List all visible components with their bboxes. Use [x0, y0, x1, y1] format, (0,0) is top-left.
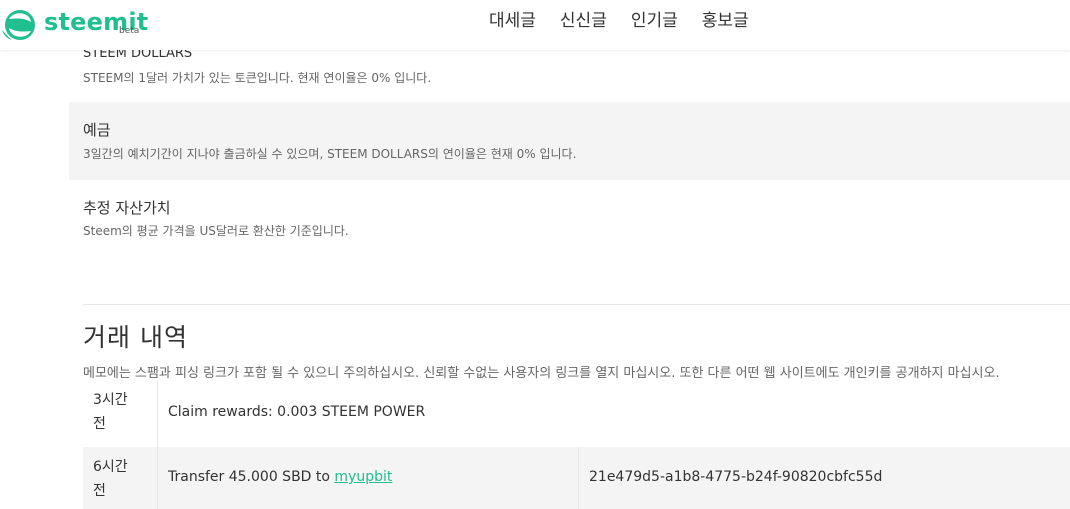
tx-time-line: 전 [93, 416, 106, 432]
tx-time-line: 3시간 [93, 392, 128, 408]
estimated-value-title: 추정 자산가치 [83, 199, 171, 217]
top-header: steemit beta 대세글 신신글 인기글 홍보글 [0, 0, 1070, 50]
steemit-logo[interactable]: steemit [0, 6, 148, 44]
savings-desc: 3일간의 예치기간이 지나야 출금하실 수 있으며, STEEM DOLLARS… [83, 147, 577, 161]
history-title: 거래 내역 [83, 323, 188, 352]
nav-hot[interactable]: 인기글 [631, 10, 678, 32]
recipient-link[interactable]: myupbit [334, 469, 392, 485]
column-divider [578, 447, 579, 509]
steemit-logo-icon [2, 10, 35, 40]
tx-time: 6시간 전 [93, 455, 143, 503]
steem-dollars-row: STEEM DOLLARS STEEM의 1달러 가치가 있는 토큰입니다. 현… [69, 46, 1070, 102]
estimated-value-desc: Steem의 평균 가격을 US달러로 환산한 기준입니다. [83, 224, 349, 238]
tx-time: 3시간 전 [93, 388, 143, 436]
tx-operation: Transfer 45.000 SBD to myupbit [168, 469, 392, 485]
column-divider [157, 447, 158, 509]
nav-trending[interactable]: 대세글 [489, 10, 536, 32]
tx-time-line: 전 [93, 483, 106, 499]
nav-promoted[interactable]: 홍보글 [702, 10, 749, 32]
steem-dollars-desc: STEEM의 1달러 가치가 있는 토큰입니다. 현재 연이율은 0% 입니다. [83, 71, 432, 85]
section-divider [83, 304, 1070, 305]
column-divider [157, 381, 158, 447]
tx-time-line: 6시간 [93, 459, 128, 475]
nav-new[interactable]: 신신글 [560, 10, 607, 32]
table-row: 3시간 전 Claim rewards: 0.003 STEEM POWER [83, 381, 1070, 447]
beta-badge: beta [119, 26, 140, 36]
main-nav: 대세글 신신글 인기글 홍보글 [489, 10, 749, 32]
savings-title: 예금 [83, 121, 111, 139]
estimated-value-row: 추정 자산가치 Steem의 평균 가격을 US달러로 환산한 기준입니다. [69, 180, 1070, 250]
table-row: 6시간 전 Transfer 45.000 SBD to myupbit 21e… [83, 447, 1070, 509]
tx-memo: 21e479d5-a1b8-4775-b24f-90820cbfc55d [589, 469, 883, 485]
tx-operation: Claim rewards: 0.003 STEEM POWER [168, 404, 426, 420]
tx-operation-text: Transfer 45.000 SBD to [168, 469, 335, 485]
savings-row: 예금 3일간의 예치기간이 지나야 출금하실 수 있으며, STEEM DOLL… [69, 102, 1070, 180]
history-notice: 메모에는 스팸과 피싱 링크가 포함 될 수 있으니 주의하십시오. 신뢰할 수… [83, 366, 1000, 381]
